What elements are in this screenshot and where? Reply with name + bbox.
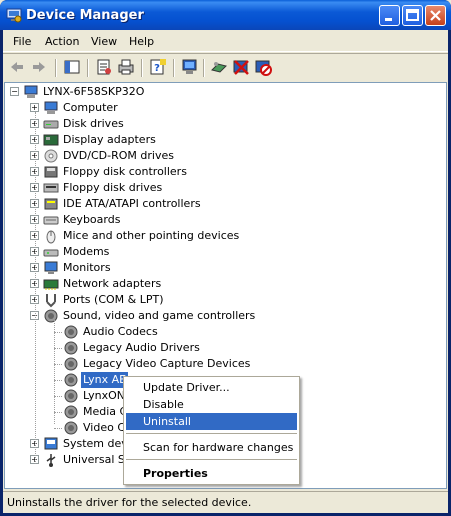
scan-hardware-menu-item[interactable]: Scan for hardware changes [126, 439, 297, 456]
category-display-adapter[interactable]: Display adapters [61, 132, 158, 148]
tree-line [54, 348, 62, 349]
keyboard-icon [43, 216, 59, 225]
category-computer[interactable]: Computer [61, 100, 120, 116]
modem-icon [43, 249, 59, 257]
uninstall-icon[interactable] [232, 58, 250, 76]
display-adapter-icon [43, 134, 59, 146]
category-monitor[interactable]: Monitors [61, 260, 113, 276]
sound-device-1[interactable]: Legacy Audio Drivers [81, 340, 202, 356]
status-text: Uninstalls the driver for the selected d… [7, 496, 252, 509]
mouse-icon [46, 230, 56, 244]
context-menu: Update Driver... Disable Uninstall Scan … [123, 376, 300, 485]
properties-icon[interactable] [95, 58, 113, 76]
properties-menu-item[interactable]: Properties [126, 465, 297, 482]
category-toggle-computer[interactable]: + [30, 103, 39, 112]
category-modem[interactable]: Modems [61, 244, 111, 260]
update-driver-menu-item[interactable]: Update Driver... [126, 379, 297, 396]
category-mouse[interactable]: Mice and other pointing devices [61, 228, 241, 244]
toolbar-separator [141, 59, 143, 77]
audio-device-icon [64, 325, 78, 339]
tree-line [54, 396, 62, 397]
audio-device-icon [64, 405, 78, 419]
floppy-drive-icon [43, 183, 59, 193]
print-icon[interactable] [117, 58, 135, 76]
usb-icon [46, 454, 56, 467]
ide-controller-icon [44, 198, 58, 210]
tree-root-label[interactable]: LYNX-6F58SKP32O [41, 84, 146, 100]
tree-line [54, 364, 62, 365]
disk-drive-icon [43, 120, 59, 129]
tree-line [54, 332, 62, 333]
status-bar: Uninstalls the driver for the selected d… [3, 491, 448, 513]
forward-arrow-icon[interactable] [30, 58, 48, 76]
close-icon [430, 10, 441, 21]
category-floppy-drive[interactable]: Floppy disk drives [61, 180, 164, 196]
disable-device-icon[interactable] [254, 58, 272, 76]
audio-device-icon [64, 421, 78, 435]
monitor-icon [44, 261, 58, 274]
maximize-button[interactable] [402, 5, 423, 26]
system-device-icon [44, 437, 58, 450]
network-adapter-icon [43, 279, 59, 290]
minimize-button[interactable] [379, 5, 400, 26]
audio-device-icon [64, 389, 78, 403]
title-bar[interactable]: Device Manager [0, 0, 451, 30]
menu-bar: File Action View Help [3, 30, 448, 52]
svg-text:?: ? [154, 63, 160, 74]
category-floppy-controller[interactable]: Floppy disk controllers [61, 164, 189, 180]
window-title: Device Manager [26, 8, 144, 23]
menu-separator [126, 433, 297, 434]
tree-line [54, 320, 55, 424]
device-manager-icon [6, 8, 22, 23]
category-network-adapter[interactable]: Network adapters [61, 276, 163, 292]
disable-menu-item[interactable]: Disable [126, 396, 297, 413]
sound-device-2[interactable]: Legacy Video Capture Devices [81, 356, 252, 372]
update-driver-icon[interactable] [181, 58, 199, 76]
menu-help[interactable]: Help [129, 35, 154, 48]
toolbar-separator [203, 59, 205, 77]
category-port[interactable]: Ports (COM & LPT) [61, 292, 166, 308]
toolbar-separator [87, 59, 89, 77]
tree-line [54, 428, 62, 429]
computer-root-icon [24, 85, 38, 98]
tree-line [35, 112, 36, 464]
menu-view[interactable]: View [91, 35, 117, 48]
sound-device-3[interactable]: Lynx AE [81, 372, 129, 388]
minimize-icon [385, 18, 392, 21]
audio-device-icon [64, 357, 78, 371]
menu-separator [126, 459, 297, 460]
tree-line [54, 412, 62, 413]
toolbar: ? [3, 53, 448, 81]
speaker-icon [44, 309, 58, 323]
category-disk-drive[interactable]: Disk drives [61, 116, 126, 132]
toolbar-separator [173, 59, 175, 77]
menu-action[interactable]: Action [45, 35, 79, 48]
computer-icon [44, 101, 58, 114]
category-keyboard[interactable]: Keyboards [61, 212, 122, 228]
maximize-icon [406, 9, 419, 21]
category-speaker[interactable]: Sound, video and game controllers [61, 308, 257, 324]
category-cdrom[interactable]: DVD/CD-ROM drives [61, 148, 176, 164]
floppy-controller-icon [44, 166, 58, 178]
sound-device-0[interactable]: Audio Codecs [81, 324, 160, 340]
back-arrow-icon[interactable] [8, 58, 26, 76]
scan-hardware-icon[interactable] [210, 58, 228, 76]
tree-line [54, 380, 62, 381]
port-icon [46, 294, 56, 308]
menu-file[interactable]: File [13, 35, 31, 48]
cdrom-icon [44, 149, 58, 163]
root-collapse-toggle[interactable]: − [10, 87, 19, 96]
audio-device-icon [64, 341, 78, 355]
show-hide-console-tree-icon[interactable] [63, 58, 81, 76]
help-icon[interactable]: ? [149, 58, 167, 76]
close-button[interactable] [425, 5, 446, 26]
category-ide-controller[interactable]: IDE ATA/ATAPI controllers [61, 196, 203, 212]
audio-device-icon [64, 373, 78, 387]
toolbar-separator [55, 59, 57, 77]
uninstall-menu-item[interactable]: Uninstall [126, 413, 297, 430]
